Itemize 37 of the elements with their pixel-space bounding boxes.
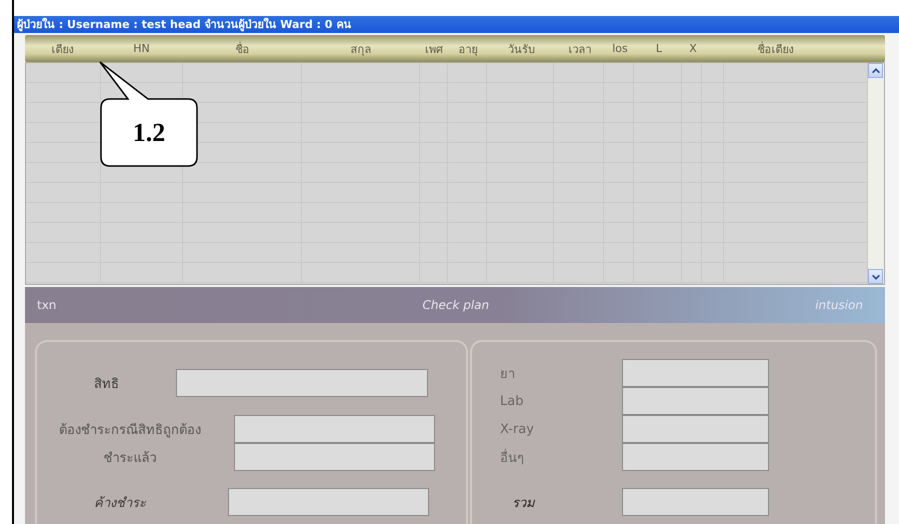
field-label: Lab: [499, 394, 524, 408]
field-label: อื่นๆ: [499, 448, 525, 468]
column-header[interactable]: ชื่อเตียง: [703, 40, 848, 58]
column-header[interactable]: HN: [100, 42, 183, 55]
column-header[interactable]: เวลา: [555, 40, 605, 58]
input-field[interactable]: [622, 488, 769, 516]
column-header[interactable]: los: [605, 42, 635, 55]
field-label: สิทธิ: [93, 376, 120, 394]
scrollbar[interactable]: [868, 63, 884, 284]
scroll-up-icon[interactable]: [868, 63, 883, 78]
column-header[interactable]: L: [635, 42, 683, 55]
column-header[interactable]: X: [683, 42, 703, 55]
input-field[interactable]: [622, 359, 769, 387]
column-header[interactable]: เตียง: [25, 40, 100, 58]
column-header[interactable]: อายุ: [448, 40, 488, 58]
panel-label: intusion: [815, 298, 863, 312]
input-field[interactable]: [228, 488, 429, 516]
input-field[interactable]: [234, 415, 435, 443]
input-field[interactable]: [622, 415, 769, 443]
input-field[interactable]: [176, 369, 428, 397]
input-field[interactable]: [234, 443, 435, 471]
field-label: ค้างชำระ: [93, 494, 148, 512]
panel-label: txn: [37, 298, 56, 312]
field-label: ชำระแล้ว: [102, 450, 158, 468]
input-field[interactable]: [622, 387, 769, 415]
field-label: X-ray: [499, 422, 535, 436]
field-label: ยา: [499, 366, 516, 384]
column-header[interactable]: วันรับ: [488, 40, 555, 58]
panel-title: Check plan: [422, 298, 490, 312]
column-header[interactable]: เพศ: [420, 40, 448, 58]
column-header[interactable]: ชื่อ: [183, 40, 302, 58]
column-header[interactable]: สกุล: [302, 40, 420, 58]
scroll-down-icon[interactable]: [868, 269, 883, 284]
field-label: ต้องชำระกรณีสิทธิถูกต้อง: [58, 422, 202, 440]
window-title: ผู้ป่วยใน : Username : test head จำนวนผู้ป่วยใน Ward : 0 คน: [14, 16, 899, 33]
input-field[interactable]: [622, 443, 769, 471]
field-label: รวม: [511, 494, 536, 512]
